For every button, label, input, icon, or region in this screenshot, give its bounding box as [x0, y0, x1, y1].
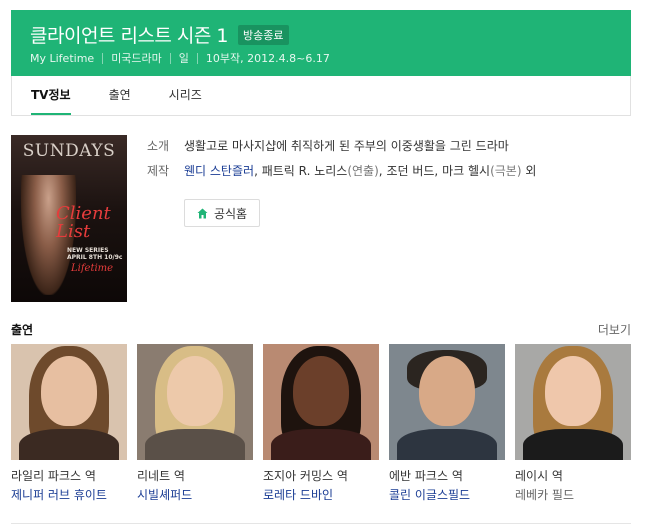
cast-item[interactable]: 리네트 역 시빌셰퍼드 [137, 344, 253, 503]
cast-role: 레이시 역 [515, 469, 563, 483]
poster-title-text: Client List [56, 203, 111, 242]
intro-label: 소개 [147, 139, 170, 153]
intro-value: 생활고로 마사지샵에 취직하게 된 주부의 이중생활을 그린 드라마 [184, 139, 509, 153]
poster-date-text: NEW SERIES APRIL 8TH 10/9c [67, 247, 123, 261]
home-icon [197, 208, 208, 218]
cast-item[interactable]: 조지아 커밍스 역 로레타 드바인 [263, 344, 379, 503]
title-row: 클라이언트 리스트 시즌 1 방송종료 [30, 21, 289, 48]
status-badge: 방송종료 [238, 24, 289, 45]
cast-actor-link[interactable]: 제니퍼 러브 휴이트 [11, 487, 127, 503]
credit-person: 조던 버드 [386, 164, 435, 178]
cast-item[interactable]: 라일리 파크스 역 제니퍼 러브 휴이트 [11, 344, 127, 503]
program-info: 소개 생활고로 마사지샵에 취직하게 된 주부의 이중생활을 그린 드라마 제작… [147, 138, 536, 188]
cast-role: 조지아 커밍스 역 [263, 469, 348, 483]
credit-role: (연출) [347, 164, 379, 178]
poster-logo: Lifetime [71, 263, 114, 274]
official-home-label: 공식홈 [213, 206, 248, 221]
cast-actor-link[interactable]: 시빌셰퍼드 [137, 487, 253, 503]
cast-photo[interactable] [263, 344, 379, 460]
section-divider [11, 523, 631, 524]
cast-item[interactable]: 에반 파크스 역 콜린 이글스필드 [389, 344, 505, 503]
credit-role: (극본) [490, 164, 522, 178]
cast-actor-name: 레베카 필드 [515, 488, 575, 502]
cast-photo[interactable] [515, 344, 631, 460]
credits-value: 웬디 스탄즐러, 패트릭 R. 노리스(연출), 조던 버드, 마크 헬시(극본… [184, 163, 536, 179]
cast-role: 라일리 파크스 역 [11, 469, 96, 483]
credit-suffix: 외 [525, 164, 537, 178]
tab-cast[interactable]: 출연 [90, 76, 150, 115]
meta-divider [169, 52, 171, 64]
credit-person: 패트릭 R. 노리스 [261, 164, 348, 178]
cast-photo[interactable] [389, 344, 505, 460]
credits-row: 제작 웬디 스탄즐러, 패트릭 R. 노리스(연출), 조던 버드, 마크 헬시… [147, 163, 536, 179]
tab-bar: TV정보 출연 시리즈 [11, 76, 631, 116]
cast-section-title: 출연 [11, 323, 34, 337]
meta-day: 일 [178, 52, 189, 65]
poster-top-text: SUNDAYS [22, 141, 116, 161]
meta-divider [196, 52, 198, 64]
cast-actor-link[interactable]: 콜린 이글스필드 [389, 487, 505, 503]
cast-more-link[interactable]: 더보기 [598, 321, 631, 338]
official-home-button[interactable]: 공식홈 [184, 199, 260, 227]
credit-separator: , [378, 164, 383, 178]
cast-list: 라일리 파크스 역 제니퍼 러브 휴이트 리네트 역 시빌셰퍼드 조지아 커밍스… [11, 344, 631, 503]
tab-tv-info[interactable]: TV정보 [12, 76, 90, 115]
cast-actor-link[interactable]: 로레타 드바인 [263, 487, 379, 503]
meta-genre: 미국드라마 [111, 52, 162, 65]
cast-role: 리네트 역 [137, 469, 185, 483]
credit-separator: , [434, 164, 439, 178]
meta-channel[interactable]: My Lifetime [30, 52, 94, 65]
meta-episodes: 10부작, 2012.4.8~6.17 [205, 52, 330, 65]
program-poster[interactable]: SUNDAYS Client List NEW SERIES APRIL 8TH… [11, 135, 127, 302]
tab-series[interactable]: 시리즈 [150, 76, 221, 115]
credit-separator: , [254, 164, 258, 178]
cast-item[interactable]: 레이시 역 레베카 필드 [515, 344, 631, 503]
program-meta: My Lifetime 미국드라마 일 10부작, 2012.4.8~6.17 [30, 50, 330, 66]
credits-label: 제작 [147, 164, 170, 178]
program-header: 클라이언트 리스트 시즌 1 방송종료 My Lifetime 미국드라마 일 … [11, 10, 631, 76]
meta-divider [102, 52, 104, 64]
cast-photo[interactable] [137, 344, 253, 460]
credit-person-link[interactable]: 웬디 스탄즐러 [184, 164, 254, 178]
intro-row: 소개 생활고로 마사지샵에 취직하게 된 주부의 이중생활을 그린 드라마 [147, 138, 536, 154]
cast-role: 에반 파크스 역 [389, 469, 463, 483]
credit-person: 마크 헬시 [442, 164, 491, 178]
cast-photo[interactable] [11, 344, 127, 460]
program-title[interactable]: 클라이언트 리스트 시즌 1 [30, 21, 229, 48]
